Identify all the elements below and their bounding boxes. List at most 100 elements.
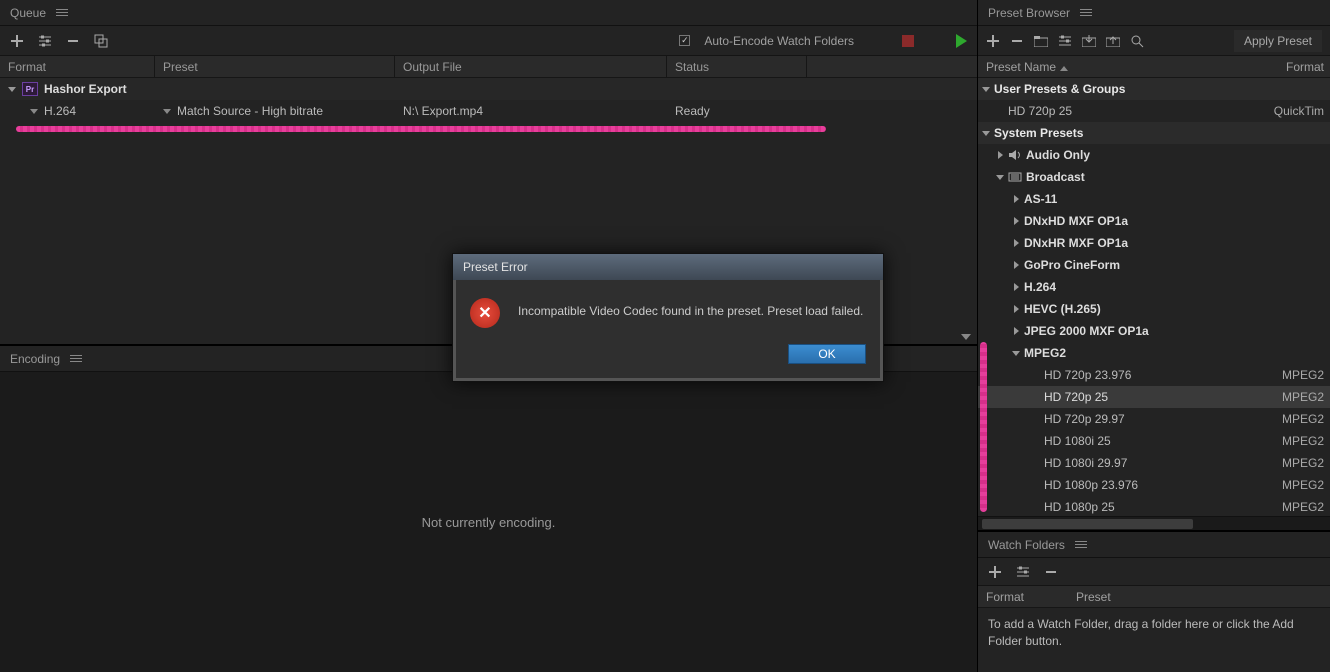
wf-col-format[interactable]: Format [978, 590, 1068, 604]
queue-group-name: Hashor Export [44, 82, 127, 96]
preset-subgroup[interactable]: AS-11 [1024, 192, 1057, 206]
preset-subgroup[interactable]: H.264 [1024, 280, 1056, 294]
encoding-message: Not currently encoding. [422, 515, 556, 530]
system-presets-section[interactable]: System Presets [994, 126, 1083, 140]
preset-format: MPEG2 [1282, 390, 1324, 404]
preset-item[interactable]: HD 720p 23.976 [1044, 368, 1131, 382]
premiere-badge-icon: Pr [22, 82, 38, 96]
watch-folder-instruction: To add a Watch Folder, drag a folder her… [978, 608, 1330, 658]
expand-icon[interactable] [996, 175, 1004, 180]
preset-subgroup[interactable]: JPEG 2000 MXF OP1a [1024, 324, 1149, 338]
add-source-button[interactable] [10, 34, 24, 48]
broadcast-group[interactable]: Broadcast [1026, 170, 1085, 184]
expand-icon[interactable] [1014, 217, 1019, 225]
search-icon[interactable] [1130, 34, 1144, 48]
queue-title: Queue [10, 6, 46, 20]
preset-settings-button[interactable] [1058, 34, 1072, 48]
horizontal-scrollbar[interactable] [978, 516, 1330, 530]
expand-icon[interactable] [982, 87, 990, 92]
preset-format: MPEG2 [1282, 434, 1324, 448]
queue-group-row[interactable]: Pr Hashor Export [0, 78, 977, 100]
queue-menu-icon[interactable] [56, 9, 68, 16]
error-icon: ✕ [470, 298, 500, 328]
job-format[interactable]: H.264 [44, 104, 76, 118]
preset-subgroup[interactable]: GoPro CineForm [1024, 258, 1120, 272]
expand-icon[interactable] [1014, 261, 1019, 269]
col-preset-name[interactable]: Preset Name [978, 60, 1266, 74]
col-preset[interactable]: Preset [155, 56, 395, 77]
preset-browser-menu-icon[interactable] [1080, 9, 1092, 16]
settings-sliders-icon[interactable] [38, 34, 52, 48]
preset-format: MPEG2 [1282, 412, 1324, 426]
preset-format: MPEG2 [1282, 368, 1324, 382]
ok-button[interactable]: OK [788, 344, 866, 364]
watch-folders-panel: Watch Folders Format Preset To add a Wat… [978, 530, 1330, 672]
job-outfile[interactable]: N:\ Export.mp4 [403, 104, 483, 118]
expand-icon[interactable] [1014, 327, 1019, 335]
stop-queue-button[interactable] [902, 35, 914, 47]
preset-browser-title: Preset Browser [988, 6, 1070, 20]
preset-tree: User Presets & Groups HD 720p 25 QuickTim S… [978, 78, 1330, 516]
preset-dropdown-icon[interactable] [163, 109, 171, 114]
group-expand-icon[interactable] [8, 87, 16, 92]
remove-button[interactable] [66, 34, 80, 48]
wf-col-preset[interactable]: Preset [1068, 590, 1330, 604]
preset-item[interactable]: HD 720p 25 [1008, 104, 1072, 118]
preset-error-dialog: Preset Error ✕ Incompatible Video Codec … [452, 253, 884, 382]
job-preset[interactable]: Match Source - High bitrate [177, 104, 323, 118]
annotation-underline [16, 126, 826, 132]
preset-format: QuickTim [1274, 104, 1324, 118]
mpeg2-group[interactable]: MPEG2 [1024, 346, 1066, 360]
watch-settings-button[interactable] [1016, 565, 1030, 579]
dialog-message: Incompatible Video Codec found in the pr… [518, 298, 866, 318]
col-status[interactable]: Status [667, 56, 807, 77]
new-group-button[interactable] [1034, 34, 1048, 48]
queue-toolbar: ✓ Auto-Encode Watch Folders [0, 26, 977, 56]
preset-item[interactable]: HD 1080p 25 [1044, 500, 1115, 514]
broadcast-icon [1008, 171, 1022, 183]
start-queue-button[interactable] [956, 34, 967, 48]
preset-subgroup[interactable]: DNxHR MXF OP1a [1024, 236, 1128, 250]
preset-item[interactable]: HD 1080p 23.976 [1044, 478, 1138, 492]
apply-preset-button[interactable]: Apply Preset [1234, 30, 1322, 52]
encoding-panel: Encoding Not currently encoding. [0, 344, 977, 672]
expand-icon[interactable] [998, 151, 1003, 159]
col-outfile[interactable]: Output File [395, 56, 667, 77]
delete-preset-button[interactable] [1010, 34, 1024, 48]
expand-icon[interactable] [1014, 239, 1019, 247]
expand-icon[interactable] [1014, 195, 1019, 203]
preset-item[interactable]: HD 1080i 29.97 [1044, 456, 1127, 470]
audio-only-group[interactable]: Audio Only [1026, 148, 1090, 162]
dialog-titlebar[interactable]: Preset Error [453, 254, 883, 280]
import-preset-button[interactable] [1082, 34, 1096, 48]
queue-job-row[interactable]: H.264 Match Source - High bitrate N:\ Ex… [0, 100, 977, 122]
preset-subgroup[interactable]: HEVC (H.265) [1024, 302, 1101, 316]
expand-icon[interactable] [1014, 283, 1019, 291]
preset-format: MPEG2 [1282, 456, 1324, 470]
preset-item[interactable]: HD 720p 25 [1044, 390, 1108, 404]
auto-encode-checkbox[interactable]: ✓ [679, 35, 690, 46]
preset-subgroup[interactable]: DNxHD MXF OP1a [1024, 214, 1128, 228]
watch-folders-menu-icon[interactable] [1075, 541, 1087, 548]
queue-panel-header: Queue [0, 0, 977, 26]
preset-browser-panel: Preset Browser Apply Preset Preset Name … [978, 0, 1330, 530]
add-watch-folder-button[interactable] [988, 565, 1002, 579]
preset-item[interactable]: HD 720p 29.97 [1044, 412, 1125, 426]
expand-icon[interactable] [1012, 351, 1020, 356]
remove-watch-folder-button[interactable] [1044, 565, 1058, 579]
preset-item[interactable]: HD 1080i 25 [1044, 434, 1111, 448]
new-preset-button[interactable] [986, 34, 1000, 48]
auto-encode-label: Auto-Encode Watch Folders [704, 34, 854, 48]
expand-icon[interactable] [1014, 305, 1019, 313]
user-presets-section[interactable]: User Presets & Groups [994, 82, 1125, 96]
encoding-menu-icon[interactable] [70, 355, 82, 362]
col-format[interactable]: Format [0, 56, 155, 77]
export-preset-button[interactable] [1106, 34, 1120, 48]
encoding-title: Encoding [10, 352, 60, 366]
format-dropdown-icon[interactable] [30, 109, 38, 114]
queue-scroll-icon[interactable] [961, 334, 971, 340]
duplicate-button[interactable] [94, 34, 108, 48]
preset-format: MPEG2 [1282, 500, 1324, 514]
expand-icon[interactable] [982, 131, 990, 136]
col-preset-format[interactable]: Format [1266, 60, 1330, 74]
